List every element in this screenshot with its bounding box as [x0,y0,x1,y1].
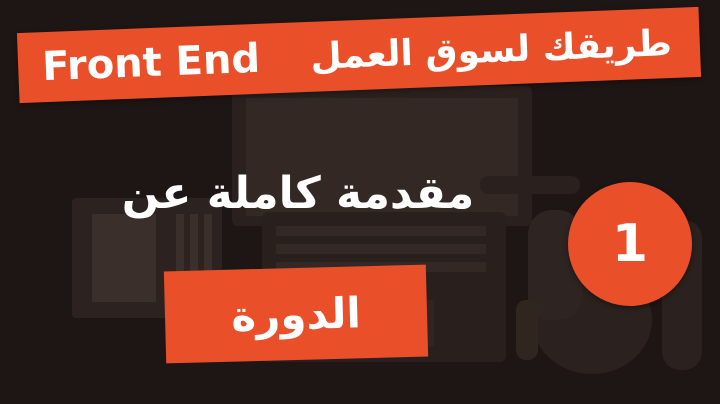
banner-english-title: Front End [41,35,261,91]
subtitle-box: الدورة [163,264,429,364]
episode-number: 1 [611,214,649,274]
headline: مقدمة كاملة عن [121,168,475,219]
subtitle-text: الدورة [230,287,362,341]
episode-number-badge: 1 [568,182,692,306]
banner-arabic-title: طريقك لسوق العمل [309,22,673,78]
